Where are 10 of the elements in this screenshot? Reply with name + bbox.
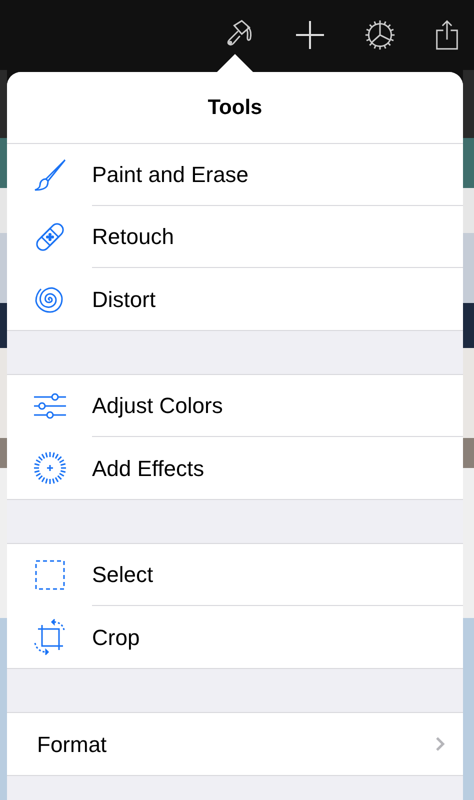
paintbrush-icon <box>32 157 68 193</box>
chevron-right-icon <box>435 736 445 752</box>
tool-menu-item[interactable]: Retouch <box>7 206 463 268</box>
format-menu-item[interactable]: Format <box>7 713 463 775</box>
tool-menu-item[interactable]: Crop <box>7 606 463 668</box>
tool-menu-item[interactable]: Distort <box>7 268 463 330</box>
popover-title: Tools <box>208 94 262 121</box>
sparkle-burst-icon <box>32 450 68 486</box>
tool-menu-item[interactable]: Adjust Colors <box>7 375 463 437</box>
tool-menu-item[interactable]: Add Effects <box>7 437 463 499</box>
